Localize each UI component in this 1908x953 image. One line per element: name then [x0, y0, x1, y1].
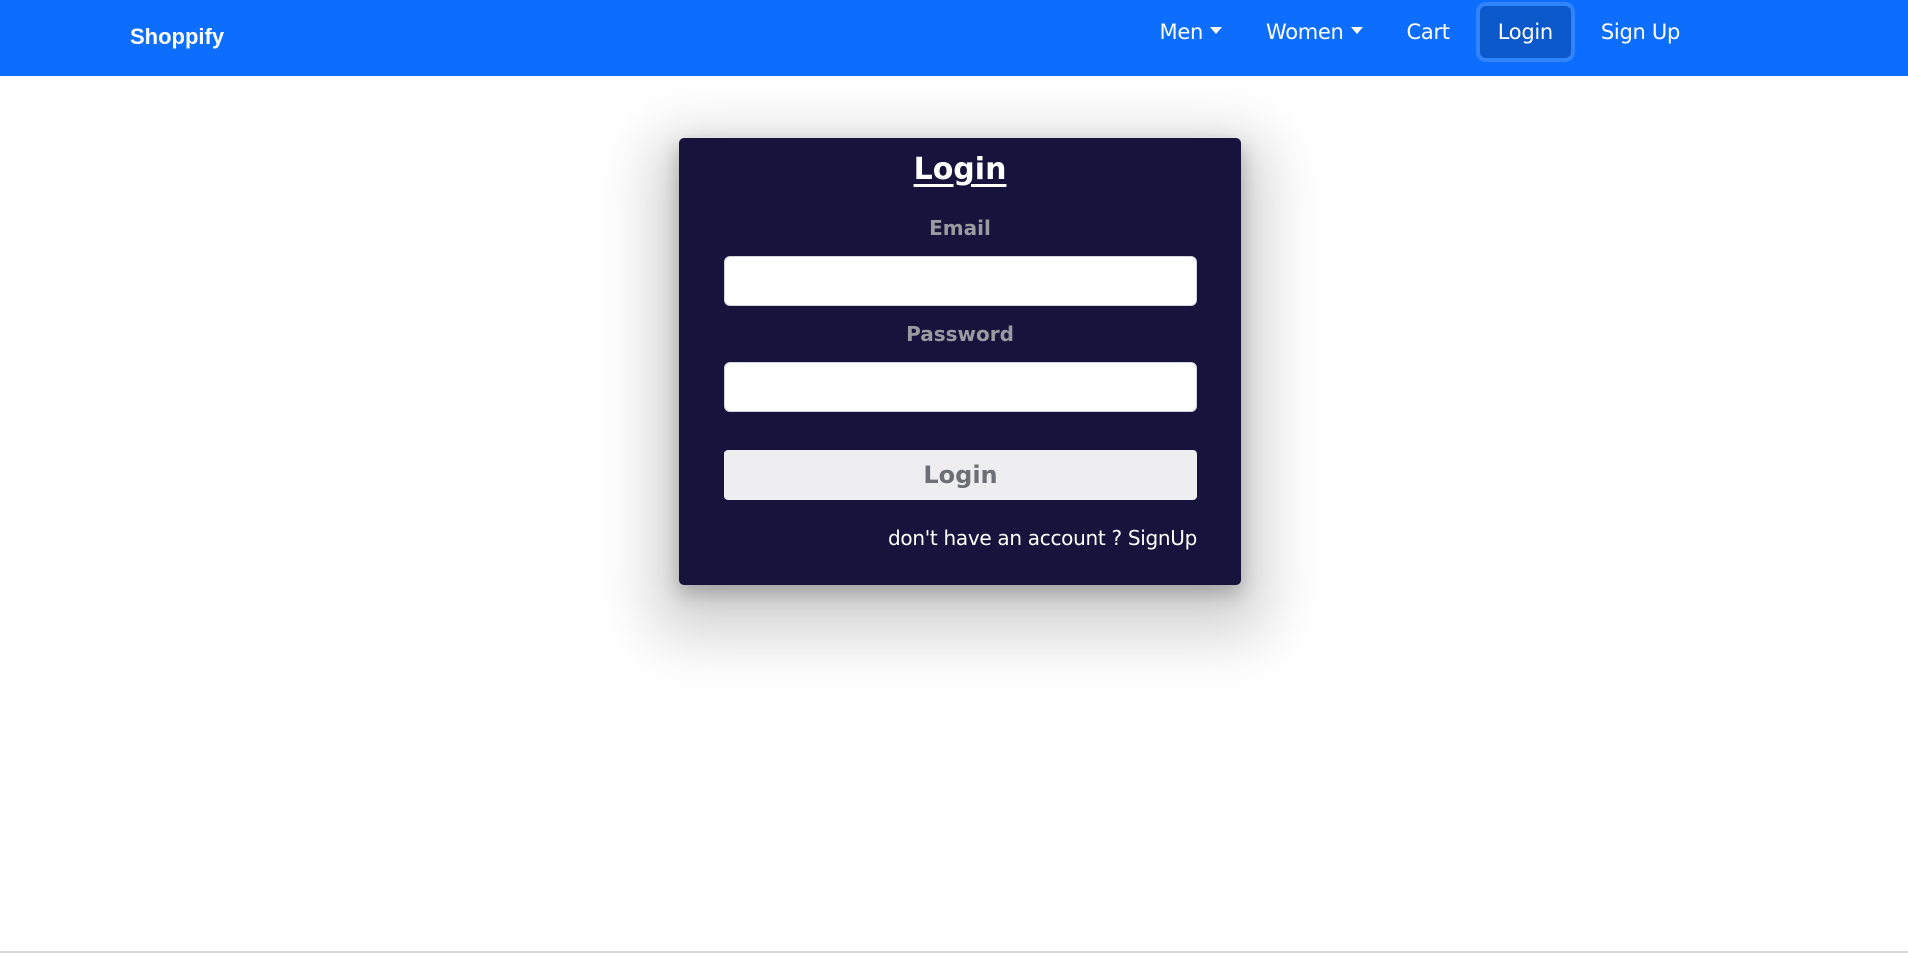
signup-link[interactable]: SignUp — [1128, 526, 1197, 550]
password-input[interactable] — [724, 362, 1197, 412]
nav-women-dropdown[interactable]: Women — [1244, 6, 1385, 58]
nav-links: Men Women Cart Login Sign Up — [1138, 6, 1702, 58]
nav-cart-label: Cart — [1406, 20, 1451, 44]
signup-prompt-text: don't have an account ? — [887, 526, 1122, 550]
nav-men-label: Men — [1159, 20, 1204, 44]
login-card: Login Email Password Login don't have an… — [679, 138, 1241, 585]
nav-login-label: Login — [1497, 20, 1553, 44]
login-title: Login — [913, 152, 1007, 187]
caret-down-icon — [1350, 26, 1363, 34]
navbar: Shoppify Men Women Cart Login Sign Up — [0, 0, 1908, 76]
nav-men-dropdown[interactable]: Men — [1138, 6, 1244, 58]
nav-login-link[interactable]: Login — [1479, 6, 1571, 58]
email-input[interactable] — [724, 256, 1197, 306]
caret-down-icon — [1209, 26, 1222, 34]
signup-prompt: don't have an account ? SignUp — [888, 526, 1197, 550]
password-label: Password — [906, 322, 1014, 346]
email-label: Email — [929, 216, 991, 240]
nav-women-label: Women — [1265, 20, 1344, 44]
nav-signup-label: Sign Up — [1600, 20, 1680, 44]
login-submit-button[interactable]: Login — [724, 450, 1197, 500]
brand-logo[interactable]: Shoppify — [130, 24, 224, 50]
nav-cart-link[interactable]: Cart — [1385, 6, 1472, 58]
nav-signup-link[interactable]: Sign Up — [1579, 6, 1702, 58]
